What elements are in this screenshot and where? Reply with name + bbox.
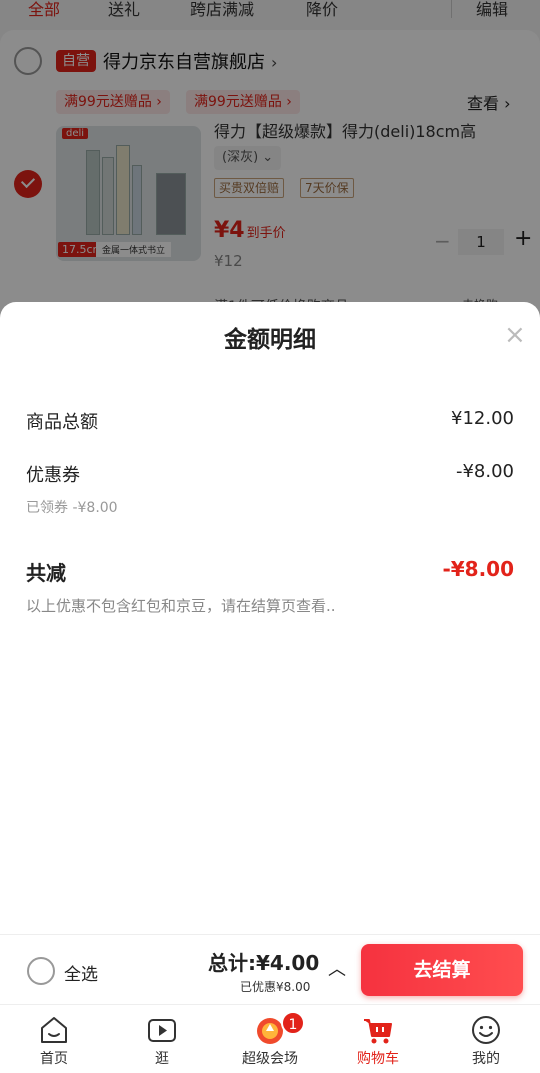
goods-total-value: ¥12.00 xyxy=(451,408,514,429)
total-discount-value: -¥8.00 xyxy=(442,557,514,581)
total-price: 总计:¥4.00 xyxy=(208,951,320,975)
price-detail-sheet: 金额明细 × 商品总额 ¥12.00 优惠券 -¥8.00 已领券 -¥8.00… xyxy=(0,302,540,934)
goods-total-label: 商品总额 xyxy=(26,412,98,433)
nav-item-browse[interactable]: 逛 xyxy=(108,1005,216,1073)
cart-icon xyxy=(364,1019,392,1044)
nav-label: 逛 xyxy=(155,1051,169,1067)
nav-item-cart[interactable]: 购物车 xyxy=(324,1005,432,1073)
nav-label: 超级会场 xyxy=(242,1051,298,1067)
checkout-button[interactable]: 去结算 xyxy=(361,944,523,996)
select-all-label[interactable]: 全选 xyxy=(64,960,98,985)
nav-label: 首页 xyxy=(40,1051,68,1067)
coupon-label: 优惠券 xyxy=(26,465,80,486)
nav-item-home[interactable]: 首页 xyxy=(0,1005,108,1073)
sheet-title: 金额明细 xyxy=(224,327,316,353)
coupon-claimed-text: 已领券 -¥8.00 xyxy=(26,500,118,516)
coupon-value: -¥8.00 xyxy=(455,461,514,482)
select-all-checkbox[interactable] xyxy=(27,957,55,985)
notification-badge: 1 xyxy=(281,1011,305,1035)
total-discount-label: 共减 xyxy=(26,561,66,585)
profile-icon xyxy=(472,1016,500,1044)
nav-item-profile[interactable]: 我的 xyxy=(432,1005,540,1073)
discount-note: 以上优惠不包含红包和京豆，请在结算页查看.. xyxy=(26,597,336,615)
saved-amount: 已优惠¥8.00 xyxy=(240,980,311,994)
close-icon[interactable]: × xyxy=(504,322,526,348)
checkout-bar: 全选 总计:¥4.00 已优惠¥8.00 ︿ 去结算 xyxy=(0,934,540,1004)
nav-label: 我的 xyxy=(472,1051,500,1067)
home-icon xyxy=(41,1017,67,1043)
chevron-up-icon[interactable]: ︿ xyxy=(328,955,346,981)
nav-label: 购物车 xyxy=(357,1051,399,1067)
bottom-nav: 首页 逛 1 超级会场 购物车 我的 xyxy=(0,1004,540,1073)
nav-item-super-venue[interactable]: 1 超级会场 xyxy=(216,1005,324,1073)
modal-overlay[interactable] xyxy=(0,0,540,320)
video-icon xyxy=(148,1019,176,1042)
